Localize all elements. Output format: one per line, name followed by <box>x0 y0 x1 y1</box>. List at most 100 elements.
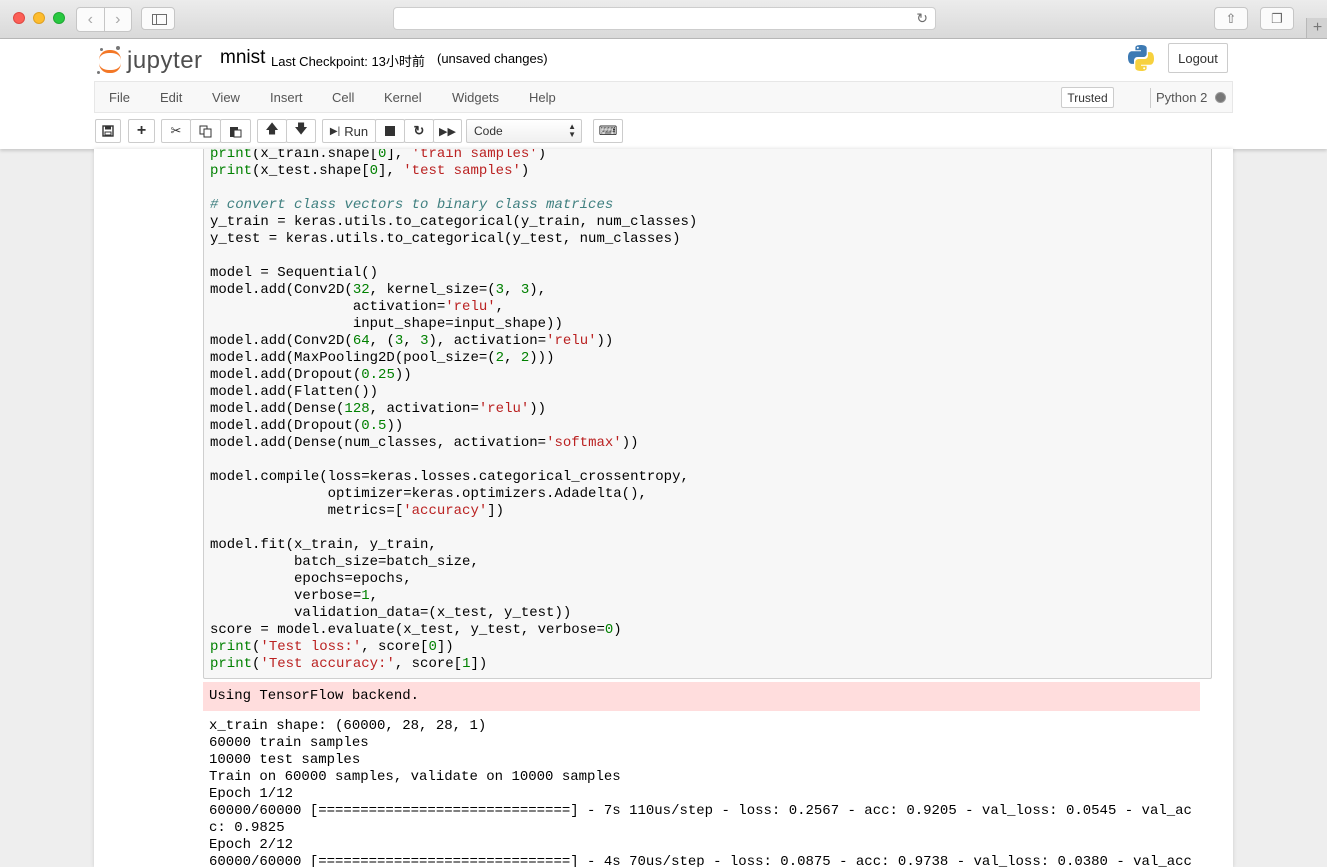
code-line: score = model.evaluate(x_test, y_test, v… <box>210 622 622 638</box>
code-cell-input[interactable]: print(x_train.shape[0], 'train samples')… <box>203 149 1212 679</box>
code-line: optimizer=keras.optimizers.Adadelta(), <box>210 486 647 502</box>
interrupt-button[interactable] <box>375 119 405 143</box>
paste-button[interactable] <box>220 119 251 143</box>
address-bar[interactable]: ↻ <box>393 7 936 30</box>
logout-button[interactable]: Logout <box>1168 43 1228 73</box>
code-line: print(x_train.shape[0], 'train samples') <box>210 149 547 162</box>
autosave-status: (unsaved changes) <box>437 51 548 66</box>
output-line: Train on 60000 samples, validate on 1000… <box>209 769 621 785</box>
output-line: Epoch 1/12 <box>209 786 294 802</box>
browser-titlebar: ‹ › ↻ ⇧ ❐ + <box>0 0 1327 39</box>
run-label: Run <box>344 123 369 139</box>
move-down-button[interactable]: 🡇 <box>286 119 316 143</box>
code-line: print('Test accuracy:', score[1]) <box>210 656 488 672</box>
code-line: model.add(MaxPooling2D(pool_size=(2, 2))… <box>210 350 555 366</box>
menu-file[interactable]: File <box>109 90 130 105</box>
output-line: Epoch 2/12 <box>209 837 294 853</box>
save-button[interactable] <box>95 119 121 143</box>
menu-edit[interactable]: Edit <box>160 90 182 105</box>
jupyter-logo[interactable]: jupyter <box>97 46 203 75</box>
copy-icon <box>199 125 212 137</box>
cut-button[interactable]: ✂ <box>161 119 191 143</box>
back-button[interactable]: ‹ <box>77 8 105 31</box>
code-line: model.add(Conv2D(32, kernel_size=(3, 3), <box>210 282 547 298</box>
stderr-output: Using TensorFlow backend. <box>203 682 1200 711</box>
cell-type-select[interactable]: Code ▲ ▼ <box>466 119 582 143</box>
menu-widgets[interactable]: Widgets <box>452 90 499 105</box>
output-line: 60000/60000 [===========================… <box>209 803 1192 819</box>
refresh-icon: ↻ <box>413 123 425 138</box>
code-line: activation='relu', <box>210 299 505 315</box>
python-logo-icon <box>1128 45 1154 71</box>
code-line: validation_data=(x_test, y_test)) <box>210 605 572 621</box>
code-line: model.add(Dropout(0.5)) <box>210 418 404 434</box>
code-line: model.add(Dense(num_classes, activation=… <box>210 435 639 451</box>
select-arrows-icon: ▲ ▼ <box>568 122 576 139</box>
output-line: 10000 test samples <box>209 752 361 768</box>
output-line: 60000 train samples <box>209 735 369 751</box>
output-line: x_train shape: (60000, 28, 28, 1) <box>209 718 487 734</box>
trusted-indicator[interactable]: Trusted <box>1061 87 1114 108</box>
code-line: model = Sequential() <box>210 265 379 281</box>
new-tab-button[interactable]: + <box>1306 18 1327 38</box>
code-line: verbose=1, <box>210 588 379 604</box>
code-editor[interactable]: print(x_train.shape[0], 'train samples')… <box>210 149 697 673</box>
sidebar-icon <box>152 14 167 25</box>
fast-forward-icon: ▶▶ <box>439 125 456 138</box>
restart-button[interactable]: ↻ <box>404 119 434 143</box>
code-line: model.add(Dropout(0.25)) <box>210 367 412 383</box>
history-nav: ‹ › <box>76 7 132 32</box>
arrow-up-icon: 🡅 <box>265 121 279 136</box>
restart-run-all-button[interactable]: ▶▶ <box>433 119 462 143</box>
run-button[interactable]: ▶| Run <box>322 119 376 143</box>
notebook-container: print(x_train.shape[0], 'train samples')… <box>94 149 1233 867</box>
close-window-button[interactable] <box>13 12 25 24</box>
code-line: model.add(Dense(128, activation='relu')) <box>210 401 547 417</box>
code-line: print(x_test.shape[0], 'test samples') <box>210 163 530 179</box>
kernel-name: Python 2 <box>1156 90 1208 105</box>
menu-help[interactable]: Help <box>529 90 556 105</box>
tabs-icon: ❐ <box>1271 10 1283 26</box>
code-line: model.compile(loss=keras.losses.categori… <box>210 469 689 485</box>
kernel-divider <box>1150 88 1151 108</box>
menu-insert[interactable]: Insert <box>270 90 303 105</box>
arrow-down-icon: 🡇 <box>294 121 308 136</box>
code-line: batch_size=batch_size, <box>210 554 479 570</box>
share-icon: ⇧ <box>1225 10 1237 26</box>
fullscreen-window-button[interactable] <box>53 12 65 24</box>
code-line: model.fit(x_train, y_train, <box>210 537 437 553</box>
save-icon <box>102 125 114 137</box>
insert-cell-button[interactable]: + <box>128 119 155 143</box>
paste-icon <box>230 126 242 137</box>
code-line: model.add(Conv2D(64, (3, 3), activation=… <box>210 333 614 349</box>
kernel-status-icon <box>1215 92 1226 103</box>
reload-icon[interactable]: ↻ <box>916 10 928 27</box>
output-line: 60000/60000 [===========================… <box>209 854 1192 867</box>
stop-icon <box>385 126 395 136</box>
keyboard-icon: ⌨ <box>598 123 618 138</box>
show-tabs-button[interactable]: ❐ <box>1260 7 1294 30</box>
code-line: metrics=['accuracy']) <box>210 503 505 519</box>
code-line: # convert class vectors to binary class … <box>210 197 614 213</box>
scissors-icon: ✂ <box>170 123 182 138</box>
code-line: input_shape=input_shape)) <box>210 316 563 332</box>
code-line: epochs=epochs, <box>210 571 412 587</box>
menu-cell[interactable]: Cell <box>332 90 354 105</box>
cell-type-value: Code <box>474 124 503 138</box>
minimize-window-button[interactable] <box>33 12 45 24</box>
stdout-output: x_train shape: (60000, 28, 28, 1) 60000 … <box>209 718 1192 867</box>
code-line: print('Test loss:', score[0]) <box>210 639 454 655</box>
command-palette-button[interactable]: ⌨ <box>593 119 623 143</box>
copy-button[interactable] <box>190 119 221 143</box>
move-up-button[interactable]: 🡅 <box>257 119 287 143</box>
forward-button[interactable]: › <box>105 8 132 31</box>
menu-kernel[interactable]: Kernel <box>384 90 422 105</box>
jupyter-logo-text: jupyter <box>127 47 203 74</box>
menu-view[interactable]: View <box>212 90 240 105</box>
code-line: model.add(Flatten()) <box>210 384 379 400</box>
notebook-name[interactable]: mnist <box>220 47 265 69</box>
jupyter-logo-icon <box>97 46 121 74</box>
share-button[interactable]: ⇧ <box>1214 7 1248 30</box>
checkpoint-status: Last Checkpoint: 13小时前 <box>271 54 425 69</box>
sidebar-toggle-button[interactable] <box>141 7 175 30</box>
